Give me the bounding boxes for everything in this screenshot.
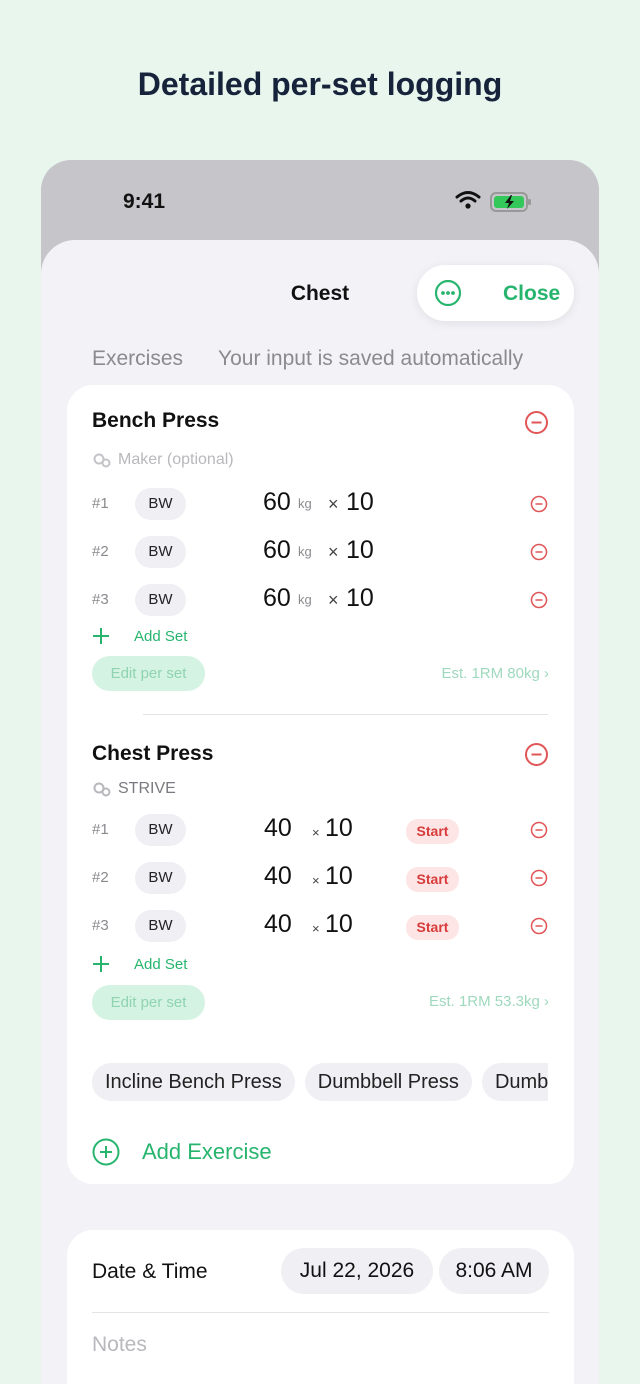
maker-field[interactable]: STRIVE: [92, 780, 176, 798]
exercise-divider: [143, 714, 548, 715]
est-1rm-link[interactable]: Est. 1RM 53.3kg ›: [429, 993, 549, 1010]
set-row: #1 BW 60 kg × 10: [67, 484, 574, 524]
set-row: #3 BW 40 × 10 Start: [67, 906, 574, 946]
times-sign: ×: [312, 825, 320, 840]
times-sign: ×: [328, 494, 339, 514]
set-row: #1 BW 40 × 10 Start: [67, 810, 574, 850]
remove-set-icon[interactable]: [530, 495, 548, 513]
gears-icon: [93, 782, 111, 797]
add-set-label: Add Set: [134, 627, 188, 645]
close-button[interactable]: Close: [503, 282, 560, 306]
plus-icon: [93, 628, 109, 644]
suggestion-chips: Incline Bench PressDumbbell PressDumbbel…: [92, 1063, 548, 1101]
remove-set-icon[interactable]: [530, 917, 548, 935]
remove-set-icon[interactable]: [530, 591, 548, 609]
est-1rm-link[interactable]: Est. 1RM 80kg ›: [441, 665, 549, 682]
weight-unit: kg: [298, 544, 312, 559]
set-type-button[interactable]: BW: [135, 862, 186, 894]
weight-value[interactable]: 40: [264, 814, 292, 843]
times-sign: ×: [328, 542, 339, 562]
remove-exercise-icon[interactable]: [524, 410, 549, 435]
add-exercise-label: Add Exercise: [142, 1139, 272, 1164]
remove-set-icon[interactable]: [530, 543, 548, 561]
more-options-icon[interactable]: [434, 279, 462, 307]
exercises-label: Exercises: [92, 347, 184, 370]
battery-icon: [490, 192, 531, 212]
maker-placeholder: Maker (optional): [118, 451, 234, 468]
suggestion-chip[interactable]: Dumbbell Fly: [481, 1063, 548, 1101]
remove-set-icon[interactable]: [530, 869, 548, 887]
reps-value[interactable]: 10: [325, 910, 353, 939]
edit-per-set-button[interactable]: Edit per set: [92, 985, 205, 1020]
suggestion-chip[interactable]: Incline Bench Press: [92, 1063, 295, 1101]
headline: Detailed per-set logging: [137, 66, 503, 102]
start-timer-button[interactable]: Start: [406, 867, 459, 892]
set-type-button[interactable]: BW: [135, 814, 186, 846]
set-type-button[interactable]: BW: [135, 910, 186, 942]
sheet-actions-pill: Close: [417, 265, 574, 321]
date-picker[interactable]: Jul 22, 2026: [281, 1248, 433, 1294]
maker-value: STRIVE: [118, 780, 176, 797]
weight-value[interactable]: 60: [263, 488, 291, 517]
weight-unit: kg: [298, 496, 312, 511]
exercises-card: Bench Press Maker (optional) #1 BW 60 kg…: [67, 385, 574, 1184]
reps-value[interactable]: 10: [346, 536, 374, 565]
details-card: Date & Time Jul 22, 2026 8:06 AM Notes: [67, 1230, 574, 1384]
start-timer-button[interactable]: Start: [406, 819, 459, 844]
autosave-note: Your input is saved automatically: [218, 347, 524, 370]
set-number: #1: [92, 495, 109, 512]
reps-value[interactable]: 10: [325, 862, 353, 891]
set-number: #3: [92, 591, 109, 608]
plus-icon: [93, 956, 109, 972]
add-set-button[interactable]: Add Set: [92, 955, 187, 973]
times-sign: ×: [312, 921, 320, 936]
weight-value[interactable]: 60: [263, 536, 291, 565]
set-number: #1: [92, 821, 109, 838]
wifi-icon: [455, 191, 481, 209]
set-type-button[interactable]: BW: [135, 536, 186, 568]
time-picker[interactable]: 8:06 AM: [439, 1248, 549, 1294]
suggestion-chip[interactable]: Dumbbell Press: [304, 1063, 472, 1101]
times-sign: ×: [328, 590, 339, 610]
plus-circle-icon: [92, 1138, 120, 1166]
add-set-label: Add Set: [134, 955, 188, 973]
add-set-button[interactable]: Add Set: [92, 627, 187, 645]
maker-field[interactable]: Maker (optional): [92, 451, 234, 469]
gears-icon: [93, 453, 111, 468]
times-sign: ×: [312, 873, 320, 888]
set-number: #2: [92, 869, 109, 886]
set-number: #2: [92, 543, 109, 560]
remove-exercise-icon[interactable]: [524, 742, 549, 767]
set-type-button[interactable]: BW: [135, 488, 186, 520]
date-time-label: Date & Time: [92, 1260, 208, 1283]
remove-set-icon[interactable]: [530, 821, 548, 839]
phone-frame: 9:41 Chest Close Exercises Your input is…: [41, 160, 599, 1384]
start-timer-button[interactable]: Start: [406, 915, 459, 940]
workout-sheet: Chest Close Exercises Your input is save…: [41, 240, 599, 1384]
set-row: #2 BW 40 × 10 Start: [67, 858, 574, 898]
weight-value[interactable]: 40: [264, 862, 292, 891]
status-time: 9:41: [123, 190, 166, 213]
add-exercise-button[interactable]: Add Exercise: [92, 1138, 272, 1166]
weight-unit: kg: [298, 592, 312, 607]
weight-value[interactable]: 60: [263, 584, 291, 613]
weight-value[interactable]: 40: [264, 910, 292, 939]
exercise-name[interactable]: Chest Press: [92, 742, 213, 766]
set-number: #3: [92, 917, 109, 934]
notes-field[interactable]: Notes: [92, 1333, 147, 1357]
reps-value[interactable]: 10: [346, 584, 374, 613]
exercise-name[interactable]: Bench Press: [92, 409, 219, 433]
set-type-button[interactable]: BW: [135, 584, 186, 616]
set-row: #3 BW 60 kg × 10: [67, 580, 574, 620]
reps-value[interactable]: 10: [346, 488, 374, 517]
reps-value[interactable]: 10: [325, 814, 353, 843]
details-divider: [92, 1312, 549, 1313]
edit-per-set-button[interactable]: Edit per set: [92, 656, 205, 691]
set-row: #2 BW 60 kg × 10: [67, 532, 574, 572]
